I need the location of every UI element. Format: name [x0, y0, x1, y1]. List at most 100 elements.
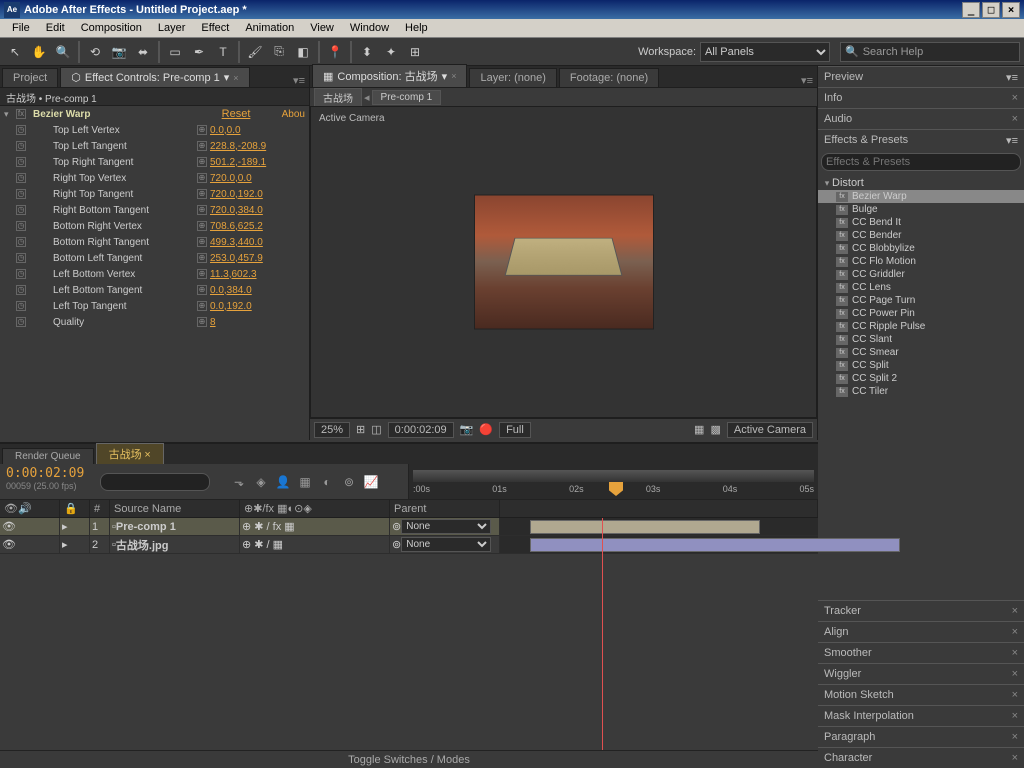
param-value[interactable]: 720.0,192.0 — [210, 189, 305, 200]
param-value[interactable]: 0.0,192.0 — [210, 301, 305, 312]
menu-effect[interactable]: Effect — [193, 22, 237, 34]
value-link-icon[interactable]: ⊕ — [197, 317, 207, 327]
effect-item[interactable]: fxCC Page Turn — [818, 294, 1024, 307]
effect-item[interactable]: fxCC Smear — [818, 346, 1024, 359]
param-value[interactable]: 253.0,457.9 — [210, 253, 305, 264]
close-icon[interactable]: × — [1012, 689, 1018, 701]
resolution-select[interactable]: Full — [499, 422, 531, 438]
eye-icon[interactable]: 👁 — [2, 520, 16, 533]
comp-mini-flowchart-icon[interactable]: ⬎ — [230, 475, 248, 489]
panel-title[interactable]: Character — [824, 752, 872, 764]
breadcrumb-item[interactable]: 古战场 — [314, 88, 362, 107]
stopwatch-icon[interactable]: ◷ — [16, 253, 26, 263]
stopwatch-icon[interactable]: ◷ — [16, 285, 26, 295]
value-link-icon[interactable]: ⊕ — [197, 253, 207, 263]
brainstorm-icon[interactable]: ⊚ — [340, 475, 358, 489]
composition-tab[interactable]: ▦ Composition: 古战场▾× — [312, 64, 467, 87]
pickwhip-icon[interactable]: ⊚ — [392, 538, 401, 551]
stopwatch-icon[interactable]: ◷ — [16, 125, 26, 135]
layer-row[interactable]: 👁 ▸ 1 ▫ Pre-comp 1 ⊕ ✱ / fx ▦ ⊚ None — [0, 518, 818, 536]
menu-edit[interactable]: Edit — [38, 22, 73, 34]
draft3d-icon[interactable]: ◈ — [252, 475, 270, 489]
effect-item[interactable]: fxCC Lens — [818, 281, 1024, 294]
param-value[interactable]: 499.3,440.0 — [210, 237, 305, 248]
snapshot-icon[interactable]: 📷 — [460, 423, 474, 436]
value-link-icon[interactable]: ⊕ — [197, 301, 207, 311]
layer-name[interactable]: 古战场.jpg — [116, 537, 169, 553]
stopwatch-icon[interactable]: ◷ — [16, 205, 26, 215]
stopwatch-icon[interactable]: ◷ — [16, 221, 26, 231]
about-link[interactable]: Abou — [282, 109, 305, 120]
menu-view[interactable]: View — [302, 22, 342, 34]
playhead-line[interactable] — [602, 518, 603, 750]
current-timecode[interactable]: 0:00:02:09 — [6, 466, 94, 481]
hand-tool[interactable]: ✋ — [28, 41, 50, 63]
composition-viewer[interactable]: Active Camera — [310, 106, 817, 418]
param-value[interactable]: 0.0,0.0 — [210, 125, 305, 136]
effects-presets-title[interactable]: Effects & Presets — [824, 134, 908, 146]
stopwatch-icon[interactable]: ◷ — [16, 237, 26, 247]
parent-select[interactable]: None — [401, 519, 491, 534]
panel-title[interactable]: Paragraph — [824, 731, 875, 743]
panel-menu-icon[interactable]: ▾≡ — [1006, 71, 1018, 84]
project-tab[interactable]: Project — [2, 68, 58, 87]
info-panel-title[interactable]: Info — [824, 92, 842, 104]
effect-item[interactable]: fxCC Bend It — [818, 216, 1024, 229]
close-icon[interactable]: × — [1012, 710, 1018, 722]
graph-editor-icon[interactable]: 📈 — [362, 475, 380, 489]
panel-title[interactable]: Mask Interpolation — [824, 710, 914, 722]
zoom-level[interactable]: 25% — [314, 422, 350, 438]
value-link-icon[interactable]: ⊕ — [197, 285, 207, 295]
switches-row[interactable]: ⊕ ✱ / ▦ — [242, 538, 283, 551]
effect-name[interactable]: Bezier Warp — [29, 109, 222, 120]
motion-blur-icon[interactable]: ◐ — [318, 475, 336, 489]
close-icon[interactable]: × — [451, 71, 456, 81]
eye-icon[interactable]: 👁 — [2, 538, 16, 551]
toggle-transparency-icon[interactable]: ▦ — [694, 423, 704, 436]
twirl-icon[interactable]: ▸ — [62, 538, 68, 551]
rect-tool[interactable]: ▭ — [164, 41, 186, 63]
panel-title[interactable]: Wiggler — [824, 668, 861, 680]
effect-item[interactable]: fxBezier Warp — [818, 190, 1024, 203]
pan-behind-tool[interactable]: ⬌ — [132, 41, 154, 63]
effect-item[interactable]: fxCC Griddler — [818, 268, 1024, 281]
fx-toggle[interactable]: fx — [16, 109, 26, 119]
parent-select[interactable]: None — [401, 537, 491, 552]
twirl-icon[interactable]: ▸ — [62, 520, 68, 533]
render-queue-tab[interactable]: Render Queue — [2, 448, 94, 464]
switches-row[interactable]: ⊕ ✱ / fx ▦ — [242, 520, 295, 533]
param-value[interactable]: 501.2,-189.1 — [210, 157, 305, 168]
toggle-switches-button[interactable]: Toggle Switches / Modes — [348, 754, 470, 766]
timeline-comp-tab[interactable]: 古战场 × — [96, 443, 164, 464]
param-value[interactable]: 228.8,-208.9 — [210, 141, 305, 152]
close-icon[interactable]: × — [1012, 113, 1018, 125]
close-icon[interactable]: × — [1012, 752, 1018, 764]
stopwatch-icon[interactable]: ◷ — [16, 269, 26, 279]
close-icon[interactable]: × — [1012, 647, 1018, 659]
menu-window[interactable]: Window — [342, 22, 397, 34]
timecode-area[interactable]: 0:00:02:09 00059 (25.00 fps) — [0, 464, 100, 499]
panel-menu-icon[interactable]: ▾≡ — [289, 74, 309, 87]
effect-controls-tab[interactable]: ⬡ Effect Controls: Pre-comp 1▾× — [60, 67, 249, 87]
param-value[interactable]: 720.0,0.0 — [210, 173, 305, 184]
menu-composition[interactable]: Composition — [73, 22, 150, 34]
workspace-select[interactable]: All Panels — [700, 42, 830, 62]
close-icon[interactable]: × — [1012, 731, 1018, 743]
mask-icon[interactable]: ◫ — [371, 423, 381, 436]
stopwatch-icon[interactable]: ◷ — [16, 317, 26, 327]
selection-tool[interactable]: ↖ — [4, 41, 26, 63]
timeline-search-input[interactable] — [100, 473, 210, 491]
value-link-icon[interactable]: ⊕ — [197, 173, 207, 183]
value-link-icon[interactable]: ⊕ — [197, 221, 207, 231]
panel-title[interactable]: Tracker — [824, 605, 861, 617]
effect-item[interactable]: fxCC Flo Motion — [818, 255, 1024, 268]
effect-item[interactable]: fxCC Tiler — [818, 385, 1024, 398]
param-value[interactable]: 0.0,384.0 — [210, 285, 305, 296]
twirl-icon[interactable]: ▾ — [4, 109, 16, 120]
close-icon[interactable]: × — [233, 73, 238, 83]
value-link-icon[interactable]: ⊕ — [197, 237, 207, 247]
panel-menu-icon[interactable]: ▾≡ — [797, 74, 817, 87]
region-icon[interactable]: ▩ — [710, 423, 720, 436]
panel-title[interactable]: Align — [824, 626, 848, 638]
puppet-tool[interactable]: 📍 — [324, 41, 346, 63]
